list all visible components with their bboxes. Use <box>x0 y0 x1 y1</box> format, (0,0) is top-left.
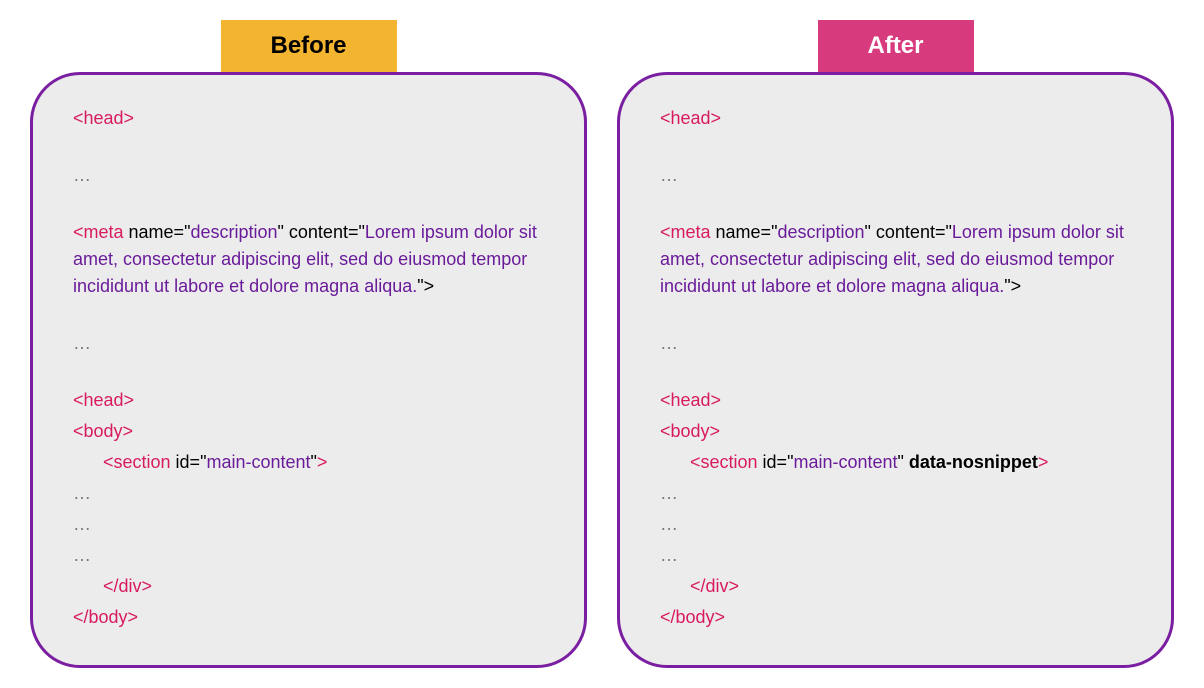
code-line: … <box>73 330 544 357</box>
code-line: <head> <box>73 105 544 132</box>
code-line: </div> <box>73 573 544 600</box>
code-line: <meta name="description" content="Lorem … <box>660 219 1131 300</box>
before-code-panel: <head> … <meta name="description" conten… <box>30 72 587 668</box>
code-line: … <box>73 511 544 538</box>
before-panel-wrapper: Before <head> … <meta name="description"… <box>30 20 587 668</box>
code-line: <head> <box>73 387 544 414</box>
code-line: <meta name="description" content="Lorem … <box>73 219 544 300</box>
code-line: </body> <box>73 604 544 631</box>
code-line: … <box>660 542 1131 569</box>
code-line: … <box>73 480 544 507</box>
code-line: <body> <box>73 418 544 445</box>
code-line: <section id="main-content"> <box>73 449 544 476</box>
after-label: After <box>817 20 973 72</box>
code-line: </div> <box>660 573 1131 600</box>
code-line: <head> <box>660 105 1131 132</box>
after-panel-wrapper: After <head> … <meta name="description" … <box>617 20 1174 668</box>
code-line: <head> <box>660 387 1131 414</box>
code-line: <section id="main-content" data-nosnippe… <box>660 449 1131 476</box>
code-line: … <box>73 162 544 189</box>
code-line: … <box>660 511 1131 538</box>
after-code-panel: <head> … <meta name="description" conten… <box>617 72 1174 668</box>
code-line: … <box>660 330 1131 357</box>
code-line: </body> <box>660 604 1131 631</box>
before-label: Before <box>220 20 396 72</box>
code-line: … <box>660 162 1131 189</box>
code-line: <body> <box>660 418 1131 445</box>
code-line: … <box>73 542 544 569</box>
code-line: … <box>660 480 1131 507</box>
